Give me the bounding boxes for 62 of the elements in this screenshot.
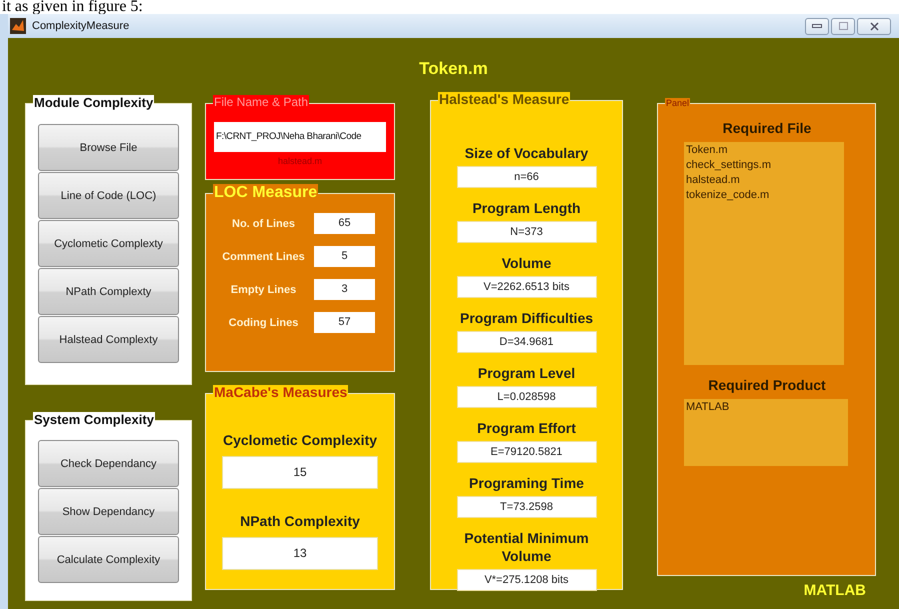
panel-button[interactable]: Cyclometic Complexty [38, 220, 179, 267]
close-icon [870, 22, 878, 30]
metric-label: Program Difficulties [458, 309, 594, 327]
list-item[interactable]: tokenize_code.m [686, 188, 842, 203]
value-field[interactable]: V*=275.1208 bits [456, 569, 596, 591]
metric-label: Program Length [471, 199, 582, 217]
list-box[interactable]: Token.m check_settings.m halstead.m tokenize_code.m [684, 142, 844, 365]
list-item[interactable]: Token.m [686, 143, 842, 158]
panel-button[interactable]: Calculate Complexity [38, 536, 179, 583]
metric-label: Coding Lines [228, 316, 300, 328]
file-name: halstead.m [278, 156, 322, 166]
metric-label: Volume [500, 254, 552, 272]
value-field[interactable]: 3 [314, 279, 375, 300]
maximize-icon [838, 22, 848, 30]
value-field[interactable]: N=373 [456, 221, 596, 243]
panel-title: Halstead's Measure [438, 92, 570, 107]
value-field[interactable]: n=66 [456, 166, 596, 188]
window-title: ComplexityMeasure [32, 20, 130, 32]
list-item[interactable]: check_settings.m [686, 158, 842, 173]
document-caption: it as given in figure 5: [1, 0, 144, 14]
file-heading: Token.m [419, 59, 488, 79]
value-field[interactable]: T=73.2598 [456, 496, 596, 518]
metric-label: Cyclometic Complexity [222, 432, 378, 448]
value-field[interactable]: V=2262.6513 bits [456, 276, 596, 298]
value-field[interactable]: 15 [222, 456, 378, 489]
panel-button[interactable]: Browse File [38, 124, 179, 171]
panel-button[interactable]: Halstead Complexty [38, 316, 179, 363]
metric-label: No. of Lines [231, 218, 296, 230]
metric-label: Program Effort [476, 419, 577, 437]
panel-button[interactable]: Show Dependancy [38, 488, 179, 535]
value-field[interactable]: E=79120.5821 [456, 441, 596, 463]
value-field[interactable]: 57 [314, 312, 375, 333]
value-field[interactable]: D=34.9681 [456, 331, 596, 353]
section-heading: Required File [722, 120, 812, 136]
minimize-button[interactable] [805, 18, 829, 34]
metric-label: Program Level [476, 364, 576, 382]
panel-title: MaCabe's Measures [213, 385, 348, 400]
value-field[interactable]: L=0.028598 [456, 386, 596, 408]
close-button[interactable] [857, 18, 891, 34]
metric-label: Size of Vocabulary [464, 144, 590, 162]
section-heading: Required Product [707, 377, 827, 393]
value-field[interactable]: 5 [314, 246, 375, 267]
path-field[interactable]: F:\CRNT_PROJ\Neha Bharani\Code [214, 122, 386, 152]
footer-label: MATLAB [804, 582, 866, 599]
metric-label: Empty Lines [230, 284, 298, 296]
metric-label: Comment Lines [221, 250, 306, 262]
list-box[interactable]: MATLAB [684, 399, 848, 466]
list-item[interactable]: halstead.m [686, 173, 842, 188]
metric-label: Potential Minimum Volume [463, 529, 590, 565]
panel-title: Panel [665, 98, 690, 108]
list-item[interactable]: MATLAB [686, 400, 846, 415]
value-field[interactable]: 65 [314, 213, 375, 234]
panel-title: System Complexity [33, 412, 155, 427]
panel-title: Module Complexity [33, 95, 154, 110]
panel-button[interactable]: NPath Complexty [38, 268, 179, 315]
panel-button[interactable]: Line of Code (LOC) [38, 172, 179, 219]
logo-icon [10, 18, 26, 34]
panel-button[interactable]: Check Dependancy [38, 440, 179, 487]
value-field[interactable]: 13 [222, 537, 378, 570]
metric-label: Programing Time [468, 474, 585, 492]
minimize-icon [812, 24, 822, 28]
metric-label: NPath Complexity [240, 513, 360, 529]
